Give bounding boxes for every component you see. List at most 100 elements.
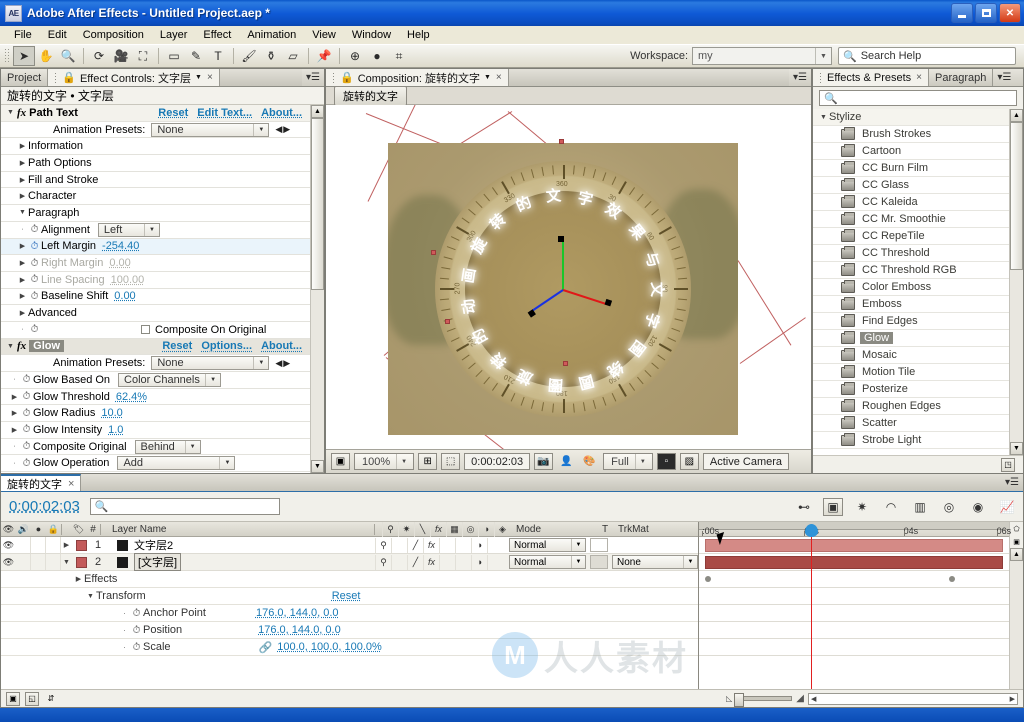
chevron-down-icon[interactable]: ▼ <box>195 74 202 81</box>
solo-toggle[interactable] <box>31 537 46 553</box>
glow-operation-dropdown[interactable]: Add ▼ <box>117 456 236 471</box>
list-item[interactable]: Scatter <box>813 415 1009 432</box>
panel-menu-icon[interactable]: ▾☰ <box>302 69 324 86</box>
effects-search-input[interactable]: 🔍 <box>819 90 1017 106</box>
grid-options-icon[interactable]: ⊕ <box>344 46 366 66</box>
timeline-graph-area[interactable]: :00s02s04s06s <box>699 522 1011 689</box>
parent-pick-icon[interactable]: ⚲ <box>375 554 391 570</box>
disclosure-triangle-icon[interactable]: ▶ <box>73 575 84 583</box>
lock-toggle[interactable] <box>46 554 61 570</box>
quality-toggle[interactable] <box>391 537 407 553</box>
list-item[interactable]: Find Edges <box>813 313 1009 330</box>
transparency-grid-icon[interactable]: ⌗ <box>388 46 410 66</box>
list-item[interactable]: ▶ Effects <box>1 571 698 588</box>
reset-link[interactable]: Reset <box>162 340 192 352</box>
stopwatch-icon[interactable]: ⏱ <box>28 224 41 235</box>
stopwatch-icon[interactable]: ⏱ <box>28 291 41 302</box>
disclosure-triangle-icon[interactable]: ▶ <box>17 242 28 250</box>
scrollbar-track[interactable] <box>311 290 324 460</box>
shape-tool-icon[interactable]: ▭ <box>163 46 185 66</box>
effect-header-glow[interactable]: ▼ fx Glow Reset Options... About... <box>1 338 310 356</box>
frame-blending-icon[interactable]: ▥ <box>910 498 930 516</box>
current-timecode[interactable]: 0:00:02:03 <box>464 453 531 470</box>
animation-presets-dropdown[interactable]: None ▼ <box>151 356 270 371</box>
track-row[interactable] <box>699 622 1009 639</box>
layer-label-swatch[interactable] <box>76 556 87 568</box>
list-item[interactable]: Posterize <box>813 381 1009 398</box>
pan-behind-tool-icon[interactable]: ⛶ <box>132 46 154 66</box>
panel-menu-icon[interactable]: ▾☰ <box>993 69 1015 86</box>
layer-label-swatch[interactable] <box>76 539 87 551</box>
audio-toggle[interactable] <box>16 554 31 570</box>
alignment-dropdown[interactable]: Left ▼ <box>97 222 160 237</box>
disclosure-triangle-icon[interactable]: ▶ <box>9 393 20 401</box>
list-item[interactable]: CC Threshold RGB <box>813 262 1009 279</box>
timeline-vertical-scrollbar[interactable]: ⬠ ▣ ▲ <box>1009 522 1023 689</box>
layer-name[interactable]: [文字层] <box>134 553 182 571</box>
effect-controls-scrollbar[interactable]: ▲ ▼ <box>310 105 324 473</box>
always-preview-icon[interactable]: ▣ <box>331 453 350 470</box>
disclosure-triangle-icon[interactable]: ▶ <box>17 159 28 167</box>
disclosure-triangle-icon[interactable]: ▶ <box>17 259 28 267</box>
track-matte-t-cell[interactable] <box>590 538 608 552</box>
keyframe-marker[interactable] <box>705 576 711 582</box>
list-item[interactable]: Emboss <box>813 296 1009 313</box>
show-snapshot-icon[interactable]: 👤 <box>557 453 576 470</box>
group-character[interactable]: ▶ Character <box>1 188 310 206</box>
composition-stage[interactable]: 360 30 60 90 120 150 180 210 240 270 300 330 旋转的文字效… <box>326 105 811 449</box>
param-value[interactable]: 0.00 <box>114 290 135 302</box>
disclosure-triangle-icon[interactable]: ▼ <box>818 114 829 121</box>
stopwatch-icon[interactable]: ⏱ <box>20 391 33 402</box>
layer-mode-select[interactable]: Normal ▼ <box>509 555 586 569</box>
list-item[interactable]: Brush Strokes <box>813 126 1009 143</box>
list-item[interactable]: CC Threshold <box>813 245 1009 262</box>
timeline-ruler[interactable]: :00s02s04s06s <box>699 522 1011 537</box>
layer-visibility-icon[interactable]: 👁 <box>1 557 16 568</box>
stopwatch-icon[interactable]: ⏱ <box>28 258 41 269</box>
zoom-out-icon[interactable]: ◺ <box>726 694 732 703</box>
glow-based-on-dropdown[interactable]: Color Channels ▼ <box>118 372 222 387</box>
hand-tool-icon[interactable]: ✋ <box>35 46 57 66</box>
scroll-down-icon[interactable]: ▼ <box>1010 442 1023 455</box>
group-advanced[interactable]: ▶ Advanced <box>1 305 310 322</box>
tab-paragraph[interactable]: Paragraph <box>929 69 994 86</box>
track-row[interactable] <box>699 537 1009 554</box>
scrollbar-thumb[interactable] <box>1010 122 1023 270</box>
timeline-zoom-slider[interactable] <box>734 693 793 707</box>
layer-duration-bar[interactable] <box>705 556 1003 569</box>
quality-toggle[interactable] <box>391 554 407 570</box>
param-value[interactable]: 1.0 <box>108 424 123 436</box>
scrollbar-track[interactable] <box>1010 270 1023 442</box>
scrollbar-track[interactable] <box>1010 561 1023 689</box>
preset-nav-arrows-icon[interactable]: ◀▶ <box>275 124 291 135</box>
track-row[interactable] <box>699 639 1009 656</box>
disclosure-triangle-icon[interactable]: ▶ <box>17 176 28 184</box>
region-of-interest-icon[interactable]: ⬚ <box>441 453 461 470</box>
lock-toggle[interactable] <box>46 537 61 553</box>
scrollbar-thumb[interactable] <box>311 118 324 290</box>
channel-rgb-icon[interactable]: 🎨 <box>580 453 599 470</box>
time-indicator-handle[interactable] <box>804 524 818 537</box>
new-folder-icon[interactable]: ◳ <box>1001 457 1015 472</box>
close-button[interactable]: ✕ <box>999 3 1021 23</box>
brainstorm-icon[interactable]: ◎ <box>939 498 959 516</box>
frame-blend-toggle[interactable] <box>439 554 455 570</box>
zoom-tool-icon[interactable]: 🔍 <box>57 46 79 66</box>
stopwatch-icon[interactable]: ⏱ <box>20 424 33 435</box>
param-value[interactable]: 0.00 <box>109 257 130 269</box>
list-item[interactable]: · ⏱ Scale 🔗 100.0, 100.0, 100.0% <box>1 639 698 656</box>
comp-marker-icon[interactable]: ⬠ <box>1010 522 1023 535</box>
stopwatch-icon[interactable]: ⏱ <box>20 408 33 419</box>
lock-icon[interactable]: 🔒 <box>340 71 354 84</box>
disclosure-triangle-icon[interactable]: ▼ <box>61 559 72 566</box>
graph-editor-icon[interactable]: 📈 <box>997 498 1017 516</box>
timeline-track-grid[interactable] <box>699 537 1009 689</box>
menu-item-view[interactable]: View <box>304 28 344 42</box>
scroll-up-icon[interactable]: ▲ <box>1010 109 1023 122</box>
disclosure-triangle-icon[interactable]: ▶ <box>17 142 28 150</box>
disclosure-triangle-icon[interactable]: ▼ <box>5 343 16 350</box>
options-link[interactable]: Options... <box>201 340 252 352</box>
toggle-switches-modes-icon[interactable]: ▣ <box>6 691 20 706</box>
composite-original-dropdown[interactable]: Behind ▼ <box>134 439 201 454</box>
tab-project[interactable]: Project <box>1 69 49 86</box>
